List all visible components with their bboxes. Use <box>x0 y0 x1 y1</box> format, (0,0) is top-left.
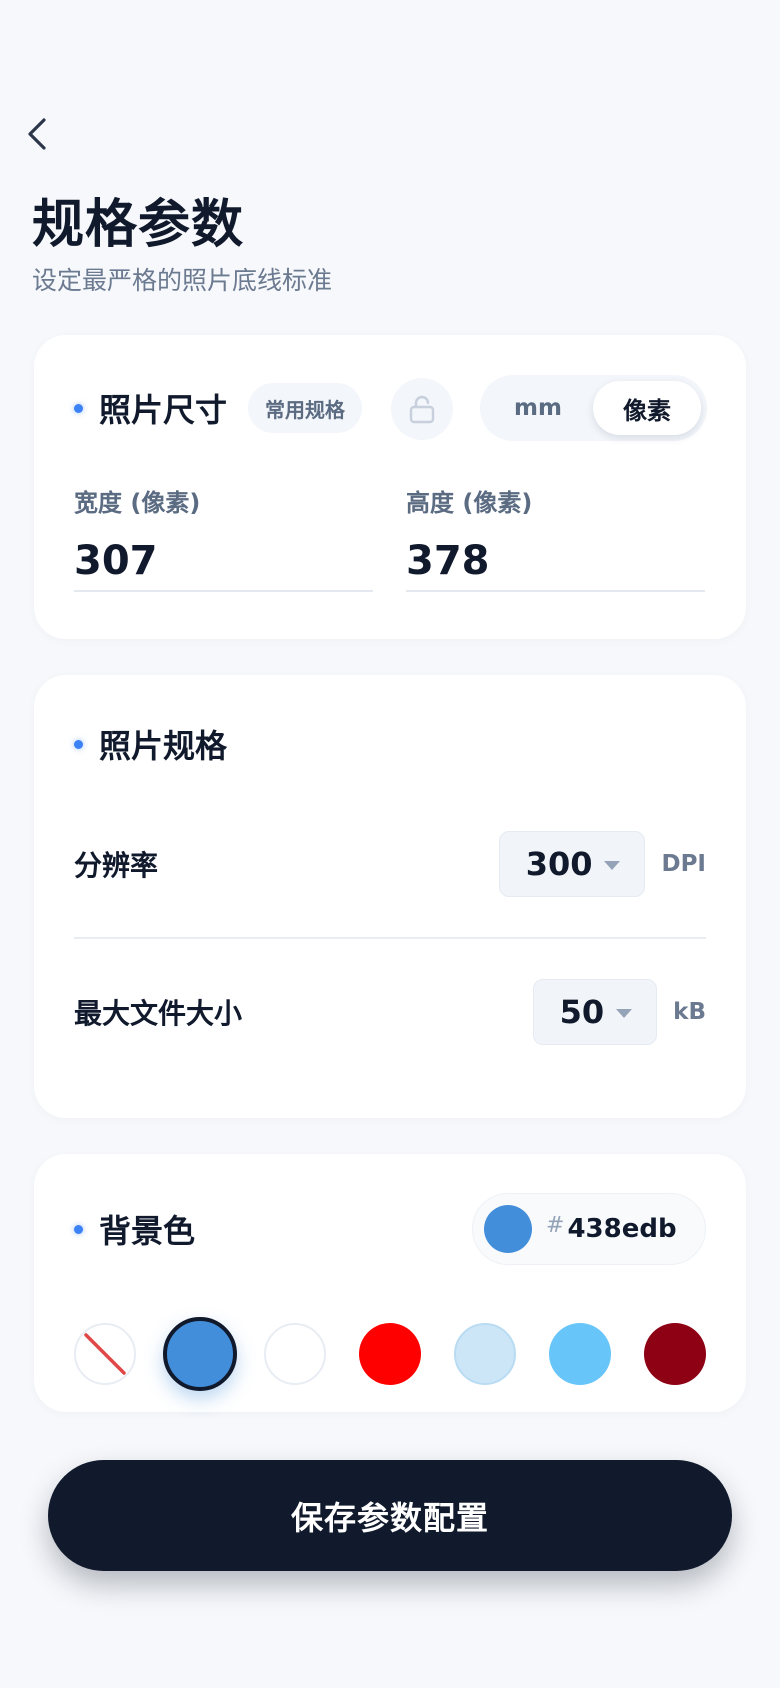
resolution-select[interactable]: 300 <box>498 831 646 897</box>
spec-settings-page: 规格参数 设定最严格的照片底线标准 照片尺寸 常用规格 mm 像素 宽度 (像素… <box>0 0 780 1688</box>
height-input[interactable]: 378 <box>406 532 705 592</box>
unit-mm-option[interactable]: mm <box>486 381 590 435</box>
resolution-label: 分辨率 <box>74 849 159 882</box>
page-title: 规格参数 <box>32 195 245 255</box>
max-size-value: 50 <box>559 993 605 1031</box>
unlock-icon <box>409 395 435 424</box>
background-color-header: 背景色 <box>74 1204 195 1254</box>
color-swatch-dark-red[interactable] <box>644 1323 706 1385</box>
background-color-card: 背景色 # 438edb <box>34 1154 746 1412</box>
hex-color-input[interactable]: # 438edb <box>472 1193 706 1265</box>
photo-spec-header: 照片规格 <box>74 719 227 769</box>
caret-down-icon <box>604 861 621 870</box>
photo-spec-title: 照片规格 <box>99 727 228 765</box>
color-swatch-red[interactable] <box>359 1323 421 1385</box>
divider <box>74 937 706 939</box>
photo-size-title: 照片尺寸 <box>99 391 228 429</box>
width-input[interactable]: 307 <box>74 532 373 592</box>
unit-toggle: mm 像素 <box>480 375 707 441</box>
hash-symbol: # <box>546 1212 565 1238</box>
resolution-unit: DPI <box>661 851 706 877</box>
max-size-row: 最大文件大小 50 kB <box>74 979 706 1045</box>
color-swatch-light-blue[interactable] <box>454 1323 516 1385</box>
back-button[interactable] <box>24 114 54 154</box>
color-swatch-sky-blue[interactable] <box>549 1323 611 1385</box>
height-label: 高度 (像素) <box>406 489 533 517</box>
height-field: 高度 (像素) 378 <box>406 483 705 592</box>
color-swatch-list <box>74 1306 706 1402</box>
color-swatch-none[interactable] <box>74 1323 136 1385</box>
no-color-icon <box>84 1333 126 1375</box>
section-dot-icon <box>74 403 83 413</box>
section-dot-icon <box>74 1224 83 1234</box>
max-size-label: 最大文件大小 <box>74 997 243 1030</box>
resolution-row: 分辨率 300 DPI <box>74 831 706 897</box>
page-subtitle: 设定最严格的照片底线标准 <box>32 266 333 295</box>
unit-pixel-option[interactable]: 像素 <box>593 381 701 435</box>
color-swatch-blue[interactable] <box>163 1317 237 1391</box>
resolution-value: 300 <box>525 845 593 883</box>
section-dot-icon <box>74 739 83 749</box>
photo-size-card: 照片尺寸 常用规格 mm 像素 宽度 (像素) 307 高度 (像素) 378 <box>34 335 746 639</box>
width-field: 宽度 (像素) 307 <box>74 483 373 592</box>
width-label: 宽度 (像素) <box>74 489 201 517</box>
preset-spec-chip[interactable]: 常用规格 <box>248 383 362 433</box>
max-size-select[interactable]: 50 <box>532 979 658 1045</box>
background-color-title: 背景色 <box>99 1212 196 1250</box>
max-size-unit: kB <box>673 999 706 1025</box>
save-config-button[interactable]: 保存参数配置 <box>48 1460 732 1571</box>
color-swatch-white[interactable] <box>264 1323 326 1385</box>
caret-down-icon <box>616 1009 633 1018</box>
photo-size-header: 照片尺寸 <box>74 383 227 433</box>
chevron-left-icon <box>28 118 46 150</box>
max-size-control: 50 kB <box>532 979 706 1045</box>
hex-value: 438edb <box>567 1214 677 1244</box>
aspect-lock-button[interactable] <box>391 378 453 440</box>
photo-spec-card: 照片规格 分辨率 300 DPI 最大文件大小 50 kB <box>34 675 746 1118</box>
resolution-control: 300 DPI <box>498 831 706 897</box>
current-color-swatch <box>484 1205 532 1253</box>
